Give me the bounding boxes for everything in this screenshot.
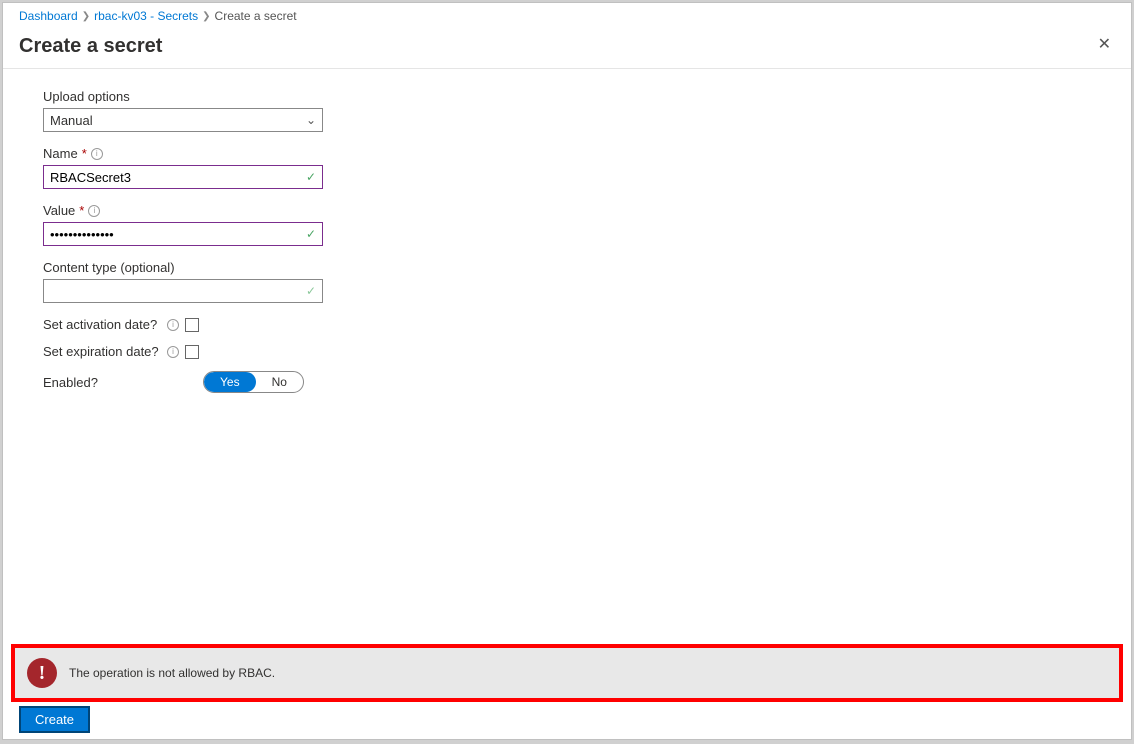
info-icon[interactable]: i [88, 205, 100, 217]
close-icon: ✕ [1098, 36, 1111, 53]
upload-options-value: Manual [50, 113, 93, 128]
error-icon: ! [27, 658, 57, 688]
breadcrumb-current: Create a secret [215, 9, 297, 23]
activation-date-label: Set activation date? [43, 317, 161, 332]
value-input[interactable] [50, 227, 316, 242]
error-highlight: ! The operation is not allowed by RBAC. [11, 644, 1123, 702]
value-label: Value [43, 203, 75, 218]
breadcrumb: Dashboard ❯ rbac-kv03 - Secrets ❯ Create… [3, 3, 1131, 29]
breadcrumb-link-secrets[interactable]: rbac-kv03 - Secrets [94, 9, 198, 23]
error-banner: ! The operation is not allowed by RBAC. [15, 648, 1119, 698]
enabled-toggle-no[interactable]: No [256, 372, 303, 392]
name-input[interactable] [50, 170, 316, 185]
expiration-date-label: Set expiration date? [43, 344, 161, 359]
value-input-wrap: ✓ [43, 222, 323, 246]
expiration-date-checkbox[interactable] [185, 345, 199, 359]
info-icon[interactable]: i [167, 346, 179, 358]
enabled-toggle-yes[interactable]: Yes [204, 372, 256, 392]
info-icon[interactable]: i [91, 148, 103, 160]
content-type-input[interactable] [50, 284, 316, 299]
content-type-input-wrap: ✓ [43, 279, 323, 303]
error-message: The operation is not allowed by RBAC. [69, 666, 275, 680]
check-icon: ✓ [306, 284, 316, 298]
page-title: Create a secret [19, 35, 162, 58]
close-button[interactable]: ✕ [1094, 35, 1115, 55]
info-icon[interactable]: i [167, 319, 179, 331]
upload-options-select[interactable]: Manual ⌄ [43, 108, 323, 132]
activation-date-checkbox[interactable] [185, 318, 199, 332]
name-label: Name [43, 146, 78, 161]
content-type-label: Content type (optional) [43, 260, 1115, 275]
required-marker: * [82, 146, 87, 161]
chevron-right-icon: ❯ [202, 11, 210, 22]
page-header: Create a secret ✕ [3, 29, 1131, 69]
chevron-down-icon: ⌄ [306, 113, 316, 127]
enabled-toggle[interactable]: Yes No [203, 371, 304, 393]
breadcrumb-link-dashboard[interactable]: Dashboard [19, 9, 78, 23]
check-icon: ✓ [306, 227, 316, 241]
form: Upload options Manual ⌄ Name * i ✓ Value… [3, 69, 1131, 405]
upload-options-label: Upload options [43, 89, 1115, 104]
required-marker: * [79, 203, 84, 218]
chevron-right-icon: ❯ [82, 11, 90, 22]
name-input-wrap: ✓ [43, 165, 323, 189]
create-button[interactable]: Create [19, 706, 90, 733]
enabled-label: Enabled? [43, 375, 197, 390]
check-icon: ✓ [306, 170, 316, 184]
